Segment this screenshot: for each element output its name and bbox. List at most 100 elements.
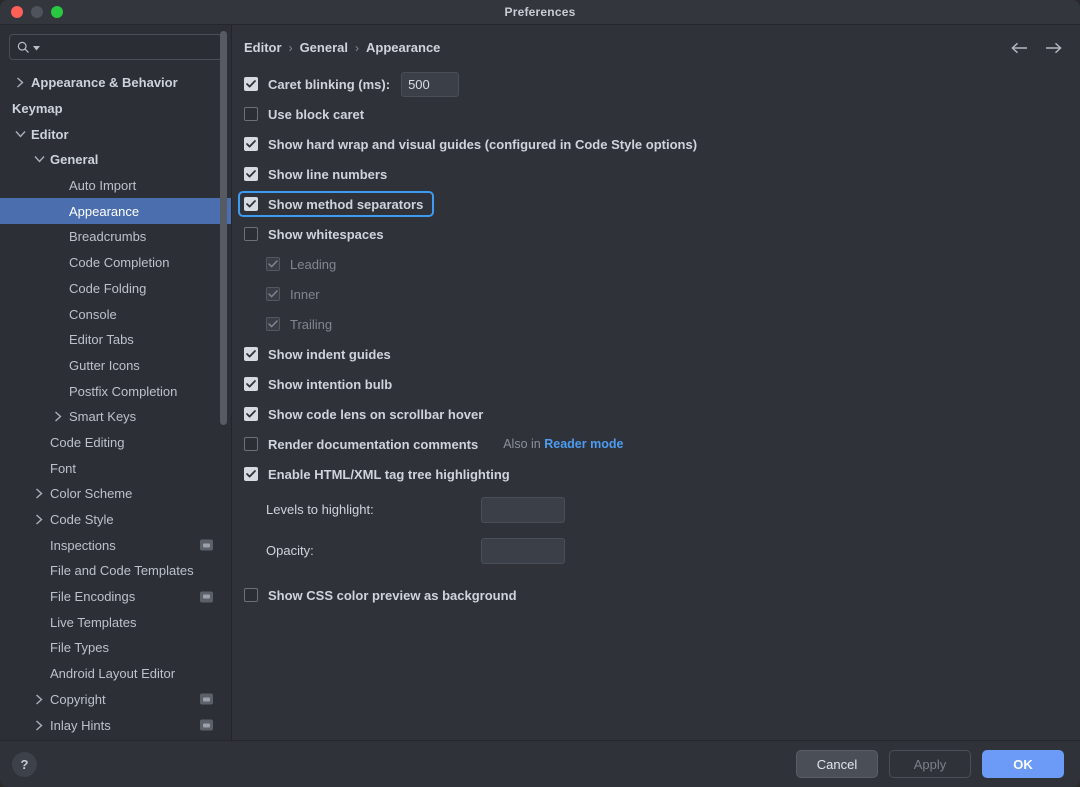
show-intention-bulb-checkbox[interactable]: [244, 377, 258, 391]
setting-show-method-separators[interactable]: Show method separators: [238, 189, 1080, 219]
enable-tag-tree-label: Enable HTML/XML tag tree highlighting: [268, 466, 510, 482]
show-line-numbers-label: Show line numbers: [268, 166, 388, 182]
chevron-down-icon[interactable]: [14, 128, 26, 140]
appearance-settings-content: Caret blinking (ms): Use block caret Sho…: [232, 61, 1080, 740]
sidebar-item-label: Editor: [31, 126, 69, 142]
arrow-left-icon[interactable]: [1010, 39, 1028, 57]
sidebar-item-code-folding[interactable]: Code Folding: [0, 276, 231, 302]
setting-caret-blinking[interactable]: Caret blinking (ms):: [244, 69, 1080, 99]
sidebar-item-appearance-behavior[interactable]: Appearance & Behavior: [0, 70, 231, 96]
whitespace-leading-label: Leading: [290, 256, 337, 272]
setting-show-css-color-preview[interactable]: Show CSS color preview as background: [244, 580, 1080, 610]
sidebar-item-general[interactable]: General: [0, 147, 231, 173]
sidebar-item-copyright[interactable]: Copyright: [0, 687, 231, 713]
sidebar-item-editor[interactable]: Editor: [0, 121, 231, 147]
also-in-prefix: Also in: [503, 437, 541, 451]
render-doc-comments-checkbox[interactable]: [244, 437, 258, 451]
sidebar-item-label: Font: [50, 460, 77, 476]
sidebar-item-file-and-code-templates[interactable]: File and Code Templates: [0, 558, 231, 584]
sidebar-item-label: Postfix Completion: [69, 383, 178, 399]
opacity-input[interactable]: [482, 538, 564, 563]
sidebar-item-label: Copyright: [50, 691, 106, 707]
chevron-right-icon[interactable]: [33, 488, 45, 500]
setting-show-line-numbers[interactable]: Show line numbers: [244, 159, 1080, 189]
show-code-lens-checkbox[interactable]: [244, 407, 258, 421]
arrow-right-icon[interactable]: [1044, 39, 1062, 57]
setting-whitespace-trailing: Trailing: [244, 309, 1080, 339]
sidebar-scrollbar-thumb[interactable]: [220, 31, 227, 425]
search-dropdown-icon[interactable]: [33, 38, 40, 56]
show-indent-guides-label: Show indent guides: [268, 346, 391, 362]
sidebar-item-breadcrumbs[interactable]: Breadcrumbs: [0, 224, 231, 250]
levels-to-highlight-input[interactable]: [482, 497, 564, 522]
sidebar-item-file-types[interactable]: File Types: [0, 635, 231, 661]
dialog-footer: ? Cancel Apply OK: [0, 740, 1080, 787]
chevron-right-icon[interactable]: [52, 411, 64, 423]
setting-show-intention-bulb[interactable]: Show intention bulb: [244, 369, 1080, 399]
sidebar-item-editor-tabs[interactable]: Editor Tabs: [0, 327, 231, 353]
show-hard-wrap-checkbox[interactable]: [244, 137, 258, 151]
chevron-right-icon[interactable]: [14, 77, 26, 89]
sidebar-item-label: Code Editing: [50, 434, 125, 450]
show-method-separators-checkbox[interactable]: [244, 197, 258, 211]
sidebar-item-smart-keys[interactable]: Smart Keys: [0, 404, 231, 430]
sidebar-item-postfix-completion[interactable]: Postfix Completion: [0, 378, 231, 404]
sidebar-item-auto-import[interactable]: Auto Import: [0, 173, 231, 199]
chevron-right-icon[interactable]: [33, 693, 45, 705]
show-whitespaces-checkbox[interactable]: [244, 227, 258, 241]
search-input[interactable]: [43, 40, 214, 54]
sidebar-item-android-layout-editor[interactable]: Android Layout Editor: [0, 661, 231, 687]
window-title: Preferences: [504, 5, 576, 19]
levels-to-highlight-spinner[interactable]: [481, 496, 565, 523]
search-box[interactable]: [9, 34, 222, 60]
window-body: Appearance & Behavior Keymap Editor General…: [0, 25, 1080, 740]
sidebar-item-keymap[interactable]: Keymap: [0, 96, 231, 122]
navigation-buttons: [1010, 39, 1066, 57]
sidebar-item-gutter-icons[interactable]: Gutter Icons: [0, 353, 231, 379]
chevron-down-icon[interactable]: [33, 154, 45, 166]
show-css-color-preview-checkbox[interactable]: [244, 588, 258, 602]
sidebar-item-inlay-hints[interactable]: Inlay Hints: [0, 712, 231, 738]
settings-tree[interactable]: Appearance & Behavior Keymap Editor General…: [0, 68, 231, 740]
setting-use-block-caret[interactable]: Use block caret: [244, 99, 1080, 129]
setting-show-hard-wrap[interactable]: Show hard wrap and visual guides (config…: [244, 129, 1080, 159]
show-indent-guides-checkbox[interactable]: [244, 347, 258, 361]
sidebar-item-code-editing[interactable]: Code Editing: [0, 430, 231, 456]
setting-show-indent-guides[interactable]: Show indent guides: [244, 339, 1080, 369]
setting-enable-tag-tree[interactable]: Enable HTML/XML tag tree highlighting: [244, 459, 1080, 489]
sidebar-item-label: Inspections: [50, 537, 116, 553]
reader-mode-link[interactable]: Reader mode: [544, 437, 623, 451]
breadcrumb-item-general[interactable]: General: [300, 40, 348, 55]
setting-show-whitespaces[interactable]: Show whitespaces: [244, 219, 1080, 249]
use-block-caret-checkbox[interactable]: [244, 107, 258, 121]
sidebar-item-console[interactable]: Console: [0, 301, 231, 327]
sidebar-item-inspections[interactable]: Inspections: [0, 532, 231, 558]
help-button[interactable]: ?: [12, 751, 37, 777]
setting-show-code-lens[interactable]: Show code lens on scrollbar hover: [244, 399, 1080, 429]
setting-render-doc-comments[interactable]: Render documentation comments Also in Re…: [244, 429, 1080, 459]
sidebar-item-file-encodings[interactable]: File Encodings: [0, 584, 231, 610]
levels-to-highlight-label: Levels to highlight:: [266, 502, 374, 517]
opacity-spinner[interactable]: [481, 537, 565, 564]
chevron-right-icon[interactable]: [33, 719, 45, 731]
sidebar-item-live-templates[interactable]: Live Templates: [0, 609, 231, 635]
sidebar-item-code-style[interactable]: Code Style: [0, 507, 231, 533]
sidebar-item-color-scheme[interactable]: Color Scheme: [0, 481, 231, 507]
whitespace-leading-checkbox: [266, 257, 280, 271]
whitespace-inner-label: Inner: [290, 286, 320, 302]
caret-blinking-checkbox[interactable]: [244, 77, 258, 91]
chevron-right-icon[interactable]: [33, 514, 45, 526]
sidebar-item-font[interactable]: Font: [0, 455, 231, 481]
sidebar-item-code-completion[interactable]: Code Completion: [0, 250, 231, 276]
field-opacity: Opacity:: [244, 530, 1080, 571]
sidebar-item-label: Inlay Hints: [50, 717, 111, 733]
breadcrumb-item-editor[interactable]: Editor: [244, 40, 282, 55]
enable-tag-tree-checkbox[interactable]: [244, 467, 258, 481]
sidebar-item-appearance[interactable]: Appearance: [0, 198, 231, 225]
show-line-numbers-checkbox[interactable]: [244, 167, 258, 181]
caret-blinking-input[interactable]: [401, 71, 460, 97]
sidebar-item-label: Auto Import: [69, 178, 137, 194]
ok-button[interactable]: OK: [982, 750, 1064, 778]
cancel-button[interactable]: Cancel: [796, 750, 878, 778]
sidebar-item-label: Android Layout Editor: [50, 666, 176, 682]
